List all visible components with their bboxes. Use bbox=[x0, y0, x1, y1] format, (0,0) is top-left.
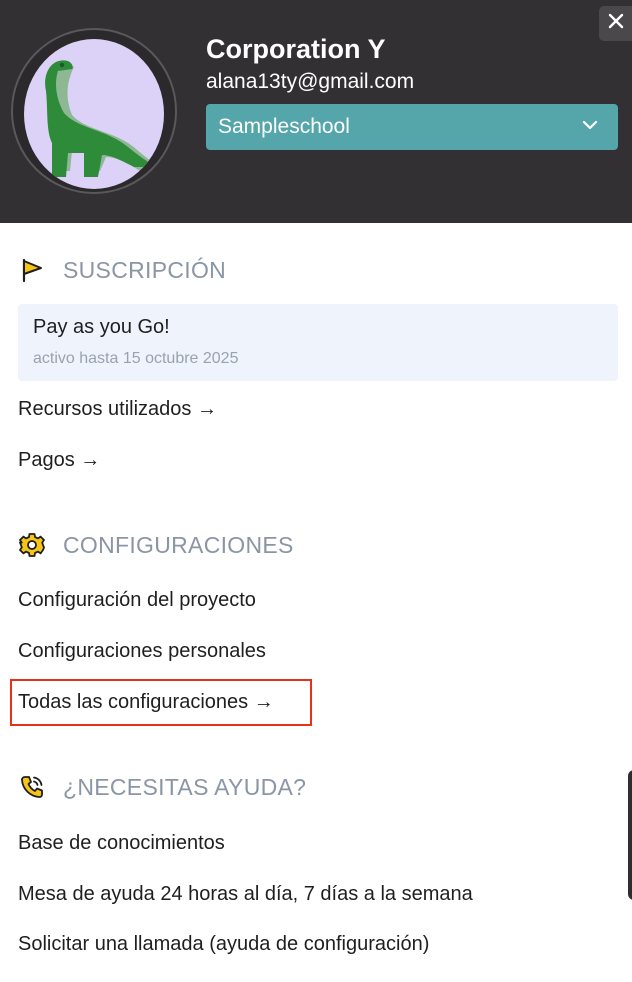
settings-title: CONFIGURACIONES bbox=[63, 532, 294, 558]
side-panel-edge bbox=[628, 770, 632, 900]
user-email: alana13ty@gmail.com bbox=[206, 70, 415, 93]
organization-name: Corporation Y bbox=[206, 34, 386, 64]
school-select-value: Sampleschool bbox=[218, 115, 350, 138]
helpdesk-link[interactable]: Mesa de ayuda 24 horas al día, 7 días a … bbox=[18, 883, 473, 906]
request-call-link[interactable]: Solicitar una llamada (ayuda de configur… bbox=[18, 933, 429, 956]
close-button[interactable] bbox=[599, 6, 632, 41]
settings-section-header: CONFIGURACIONES bbox=[18, 530, 293, 560]
close-icon bbox=[608, 13, 624, 34]
knowledge-base-link[interactable]: Base de conocimientos bbox=[18, 832, 225, 855]
plan-status: activo hasta 15 octubre 2025 bbox=[33, 350, 239, 367]
profile-header: Corporation Y alana13ty@gmail.com Sample… bbox=[0, 0, 632, 223]
payments-link[interactable]: Pagos → bbox=[18, 449, 100, 472]
gear-icon bbox=[18, 531, 46, 559]
chevron-down-icon bbox=[582, 118, 598, 136]
dinosaur-icon bbox=[24, 39, 164, 189]
subscription-section-header: SUSCRIPCIÓN bbox=[18, 255, 226, 285]
subscription-title: SUSCRIPCIÓN bbox=[63, 257, 227, 283]
plan-name: Pay as you Go! bbox=[33, 316, 170, 338]
plan-card: Pay as you Go! activo hasta 15 octubre 2… bbox=[18, 304, 618, 381]
personal-settings-link[interactable]: Configuraciones personales bbox=[18, 640, 266, 663]
phone-ringing-icon bbox=[18, 773, 46, 801]
school-select[interactable]: Sampleschool bbox=[206, 104, 618, 150]
avatar[interactable] bbox=[11, 28, 177, 194]
flag-icon bbox=[18, 256, 46, 284]
project-settings-link[interactable]: Configuración del proyecto bbox=[18, 589, 256, 612]
resources-used-link[interactable]: Recursos utilizados → bbox=[18, 398, 217, 421]
help-section-header: ¿NECESITAS AYUDA? bbox=[18, 772, 306, 802]
all-settings-link[interactable]: Todas las configuraciones → bbox=[18, 691, 274, 714]
help-title: ¿NECESITAS AYUDA? bbox=[63, 774, 307, 800]
